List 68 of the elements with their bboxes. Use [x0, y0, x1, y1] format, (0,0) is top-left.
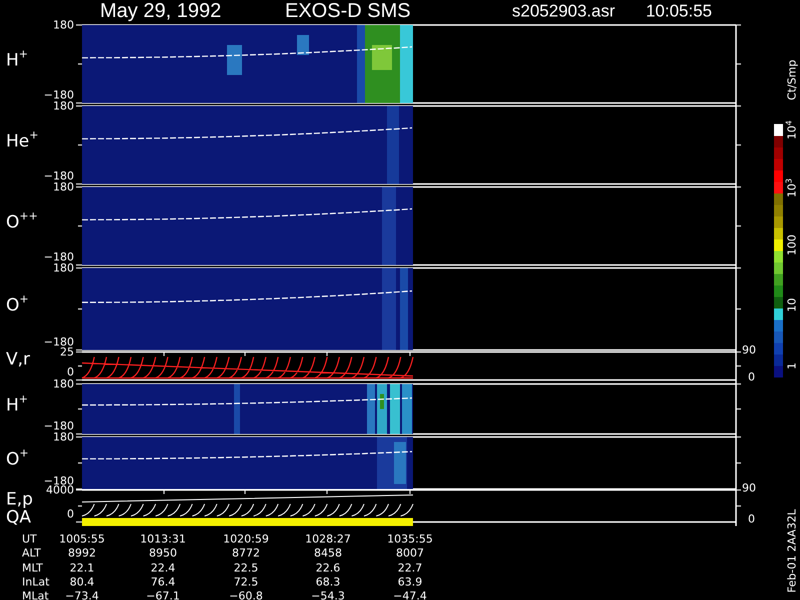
- table-cell: 8992: [68, 548, 96, 559]
- table-cell: 76.4: [150, 576, 176, 588]
- table-cell: −60.8: [229, 590, 263, 600]
- axis-tick-label: 90: [742, 482, 756, 494]
- panel-label: O$^{++}$: [6, 214, 38, 232]
- table-cell: 8458: [314, 548, 342, 559]
- axis-tick-label: 180: [53, 378, 74, 390]
- axis-tick-label: 180: [53, 432, 74, 442]
- axis-tick-label: −180: [44, 90, 74, 100]
- panel-label: O$^{+}$: [6, 298, 29, 314]
- axis-tick-label: 180: [53, 100, 74, 112]
- table-cell: 22.4: [150, 562, 176, 574]
- time-label: 10:05:55: [646, 2, 712, 20]
- table-cell: 22.6: [316, 562, 340, 574]
- panel-label: QA: [6, 510, 32, 526]
- color-scale-label: 1: [786, 362, 798, 370]
- color-scale-label: 100: [786, 234, 798, 256]
- plot-title: EXOS-D SMS: [285, 1, 411, 21]
- color-scale-unit: Ct/Smp: [786, 60, 798, 100]
- row-label: MLat: [22, 590, 49, 600]
- axis-tick-label: 0: [67, 508, 74, 520]
- table-cell: 8950: [149, 548, 177, 559]
- file-name: s2052903.asr: [512, 2, 616, 20]
- table-cell: −47.4: [393, 590, 427, 600]
- panel-label: E,p: [6, 492, 33, 508]
- footer-code: Feb-01 2AA32L: [786, 509, 798, 593]
- table-cell: 80.4: [70, 576, 94, 588]
- table-cell: 1005:55: [59, 534, 105, 544]
- table-cell: 22.7: [398, 562, 422, 574]
- axis-tick-label: 0: [748, 514, 755, 524]
- axis-tick-label: 90: [742, 344, 756, 356]
- table-cell: 1035:55: [387, 534, 433, 544]
- panel-label: V,r: [6, 352, 30, 368]
- table-cell: 1028:27: [305, 534, 351, 544]
- axis-tick-label: 4000: [46, 484, 74, 496]
- table-cell: 8772: [232, 548, 260, 559]
- table-cell: 22.5: [234, 562, 258, 574]
- table-cell: 72.5: [234, 576, 258, 588]
- axis-tick-label: −180: [44, 476, 74, 486]
- table-cell: 1013:31: [140, 534, 186, 544]
- table-cell: 68.3: [316, 576, 340, 588]
- color-scale-label: 10: [786, 298, 798, 312]
- axis-tick-label: −180: [44, 336, 74, 348]
- table-cell: 22.1: [70, 562, 94, 574]
- axis-tick-label: −180: [44, 252, 74, 262]
- axis-tick-label: 0: [67, 366, 74, 378]
- row-label: MLT: [22, 562, 43, 574]
- row-label: InLat: [22, 576, 50, 588]
- table-cell: 8007: [396, 548, 424, 559]
- plot-title: May 29, 1992: [100, 1, 222, 21]
- table-cell: −54.3: [311, 590, 345, 600]
- table-cell: 63.9: [398, 576, 422, 588]
- table-cell: 1020:59: [223, 534, 269, 544]
- panel-label: O$^{+}$: [6, 452, 29, 468]
- axis-tick-label: −180: [44, 170, 74, 182]
- panel-label: He$^{+}$: [6, 134, 38, 150]
- axis-tick-label: 180: [53, 262, 74, 274]
- axis-tick-label: 25: [60, 346, 74, 358]
- row-label: UT: [22, 534, 37, 544]
- axis-tick-label: 180: [53, 20, 74, 30]
- row-label: ALT: [22, 548, 41, 559]
- axis-tick-label: −180: [44, 420, 74, 432]
- table-cell: −73.4: [65, 590, 99, 600]
- panel-label: H$^{+}$: [6, 52, 28, 70]
- panel-label: H$^{+}$: [6, 398, 28, 414]
- axis-tick-label: 0: [748, 372, 755, 382]
- axis-tick-label: 180: [53, 182, 74, 192]
- table-cell: −67.1: [146, 590, 180, 600]
